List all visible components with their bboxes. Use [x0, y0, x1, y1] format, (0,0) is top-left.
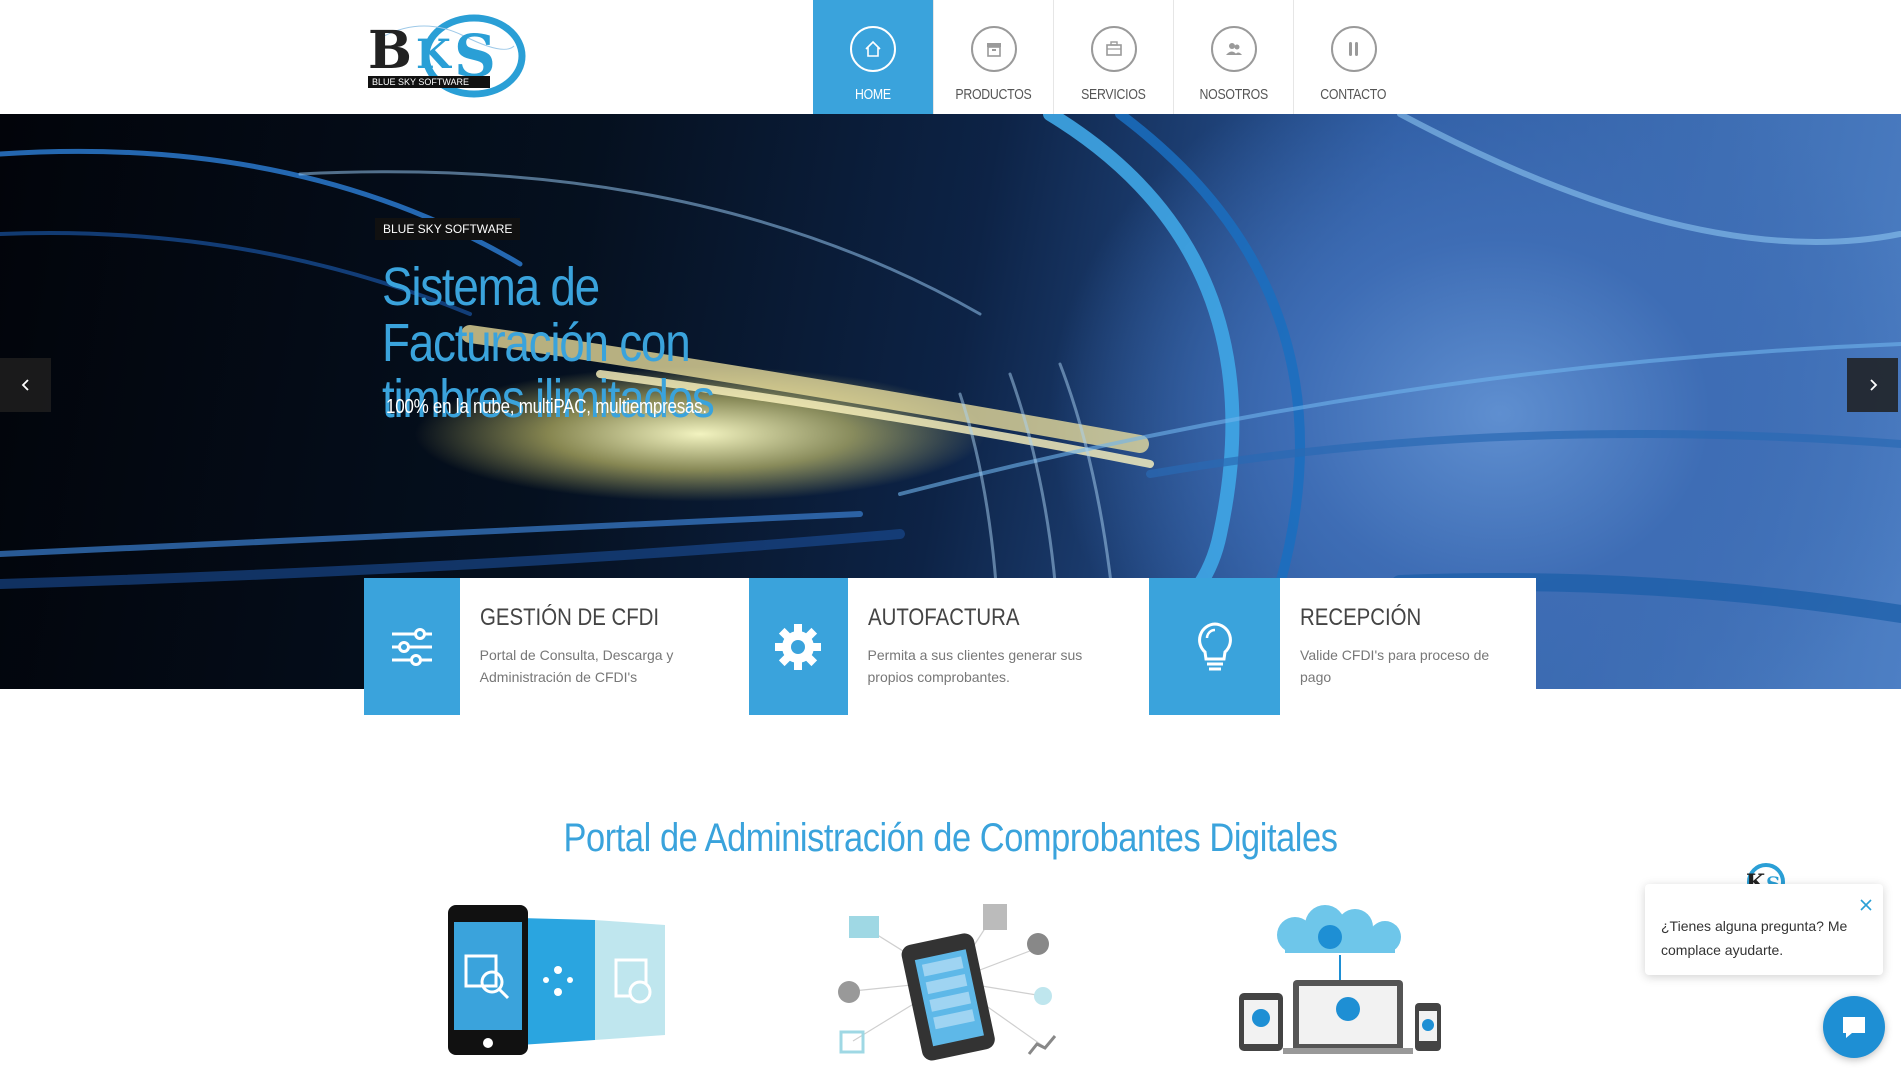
home-icon: [850, 26, 896, 72]
sliders-icon: [364, 578, 460, 715]
feature-title: RECEPCIÓN: [1300, 604, 1422, 631]
hero-subtitle: 100% en la nube, multiPAC, multiempresas…: [386, 396, 707, 418]
feature-description: Portal de Consulta, Descarga y Administr…: [479, 647, 674, 685]
hero-tag: BLUE SKY SOFTWARE: [375, 218, 521, 240]
chat-greeting-bubble[interactable]: ¿Tienes alguna pregunta? Me complace ayu…: [1645, 884, 1883, 975]
main-nav: HOME PRODUCTOS SERVICIOS NOSOTROS CONTAC…: [813, 0, 1413, 114]
svg-text:B: B: [368, 20, 412, 81]
nav-contacto[interactable]: CONTACTO: [1293, 0, 1413, 114]
nav-servicios[interactable]: SERVICIOS: [1053, 0, 1173, 114]
section-title: Portal de Administración de Comprobantes…: [563, 816, 1338, 860]
feature-card-autofactura[interactable]: AUTOFACTURA Permita a sus clientes gener…: [749, 578, 1149, 715]
nav-nosotros[interactable]: NOSOTROS: [1173, 0, 1293, 114]
nav-home[interactable]: HOME: [813, 0, 933, 114]
nav-label: SERVICIOS: [1081, 86, 1146, 103]
mobile-network-illustration: [838, 904, 1057, 1061]
mobile-qr-illustration: [448, 905, 665, 1055]
feature-card-gestion[interactable]: GESTIÓN DE CFDI Portal de Consulta, Desc…: [364, 578, 749, 715]
feature-title: GESTIÓN DE CFDI: [479, 604, 659, 631]
svg-text:K: K: [416, 31, 452, 78]
utensils-icon: [1330, 26, 1377, 72]
nav-label: PRODUCTOS: [955, 86, 1032, 103]
chevron-left-icon: [21, 379, 29, 391]
nav-label: NOSOTROS: [1199, 86, 1268, 103]
close-icon[interactable]: [1857, 896, 1875, 914]
gear-icon: [749, 578, 848, 715]
users-icon: [1210, 26, 1257, 72]
svg-text:BLUE SKY SOFTWARE: BLUE SKY SOFTWARE: [372, 77, 469, 87]
feature-cards: GESTIÓN DE CFDI Portal de Consulta, Desc…: [364, 578, 1536, 715]
chevron-right-icon: [1869, 379, 1877, 391]
feature-description: Permita a sus clientes generar sus propi…: [867, 647, 1083, 685]
nav-label: HOME: [855, 86, 891, 103]
briefcase-icon: [1090, 26, 1137, 72]
site-header: B K S BLUE SKY SOFTWARE HOME PRODUCTOS S…: [0, 0, 1901, 114]
logo[interactable]: B K S BLUE SKY SOFTWARE: [364, 6, 526, 98]
feature-description: Valide CFDI's para proceso de pago: [1300, 647, 1490, 685]
lightbulb-icon: [1149, 578, 1281, 715]
nav-productos[interactable]: PRODUCTOS: [933, 0, 1053, 114]
feature-title: AUTOFACTURA: [867, 604, 1020, 631]
slider-next-button[interactable]: [1847, 358, 1898, 412]
chat-launcher-button[interactable]: [1823, 996, 1885, 1058]
chat-message: ¿Tienes alguna pregunta? Me complace ayu…: [1661, 918, 1848, 958]
nav-label: CONTACTO: [1320, 86, 1387, 103]
cloud-devices-illustration: [1239, 905, 1441, 1054]
slider-prev-button[interactable]: [0, 358, 51, 412]
chat-icon: [1843, 1017, 1865, 1038]
feature-card-recepcion[interactable]: RECEPCIÓN Valide CFDI's para proceso de …: [1149, 578, 1536, 715]
box-icon: [970, 26, 1017, 72]
